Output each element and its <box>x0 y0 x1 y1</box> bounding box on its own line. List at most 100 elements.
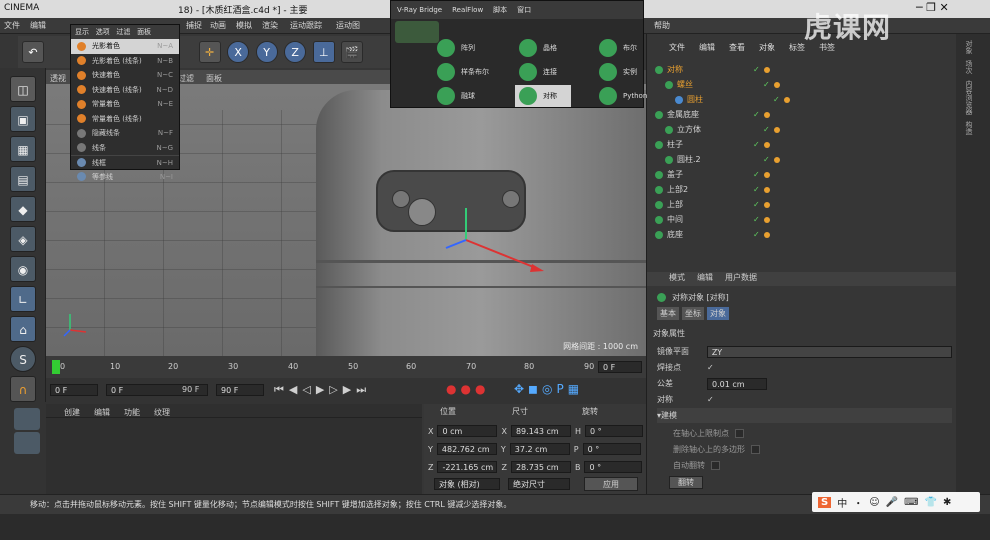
rot-b-field[interactable]: 0 ° <box>584 461 643 473</box>
side-tab-objects[interactable]: 对象 <box>964 40 974 54</box>
object-row[interactable]: 上部 ✓ <box>647 197 957 212</box>
points-mode-icon[interactable]: ◆ <box>10 196 36 222</box>
menu-item-quick[interactable]: 快速着色 N~C <box>71 68 179 83</box>
side-tab-structure[interactable]: 构造 <box>964 121 974 135</box>
menu-item-hidden-line[interactable]: 隐藏线条 N~F <box>71 126 179 141</box>
side-tab-content-browser[interactable]: 内容浏览器 <box>964 80 974 115</box>
tag-icon[interactable] <box>763 141 770 148</box>
menu-tracking[interactable]: 运动跟踪 <box>290 20 322 31</box>
menu-animate[interactable]: 动画 <box>210 20 226 31</box>
end-frame-field[interactable]: 90 F <box>216 384 264 396</box>
attr-tab-coord[interactable]: 坐标 <box>682 307 704 320</box>
menu-help[interactable]: 帮助 <box>654 20 670 31</box>
rot-p-field[interactable]: 0 ° <box>582 443 641 455</box>
world-axis-icon[interactable]: ⊥ <box>312 41 335 63</box>
key-mode-buttons[interactable]: ✥◼◎P▦ <box>514 382 583 396</box>
tag-icon[interactable] <box>763 201 770 208</box>
gen-spline-mask[interactable]: 样条布尔 <box>437 61 489 83</box>
menu-file[interactable]: 文件 <box>4 20 20 31</box>
tolerance-field[interactable]: 0.01 cm <box>707 377 767 390</box>
playhead[interactable] <box>52 360 60 374</box>
visibility-check-icon[interactable]: ✓ <box>763 80 770 89</box>
move-icon[interactable]: ✛ <box>198 41 221 63</box>
tag-icon[interactable] <box>763 171 770 178</box>
gen-connect[interactable]: 连接 <box>519 61 557 83</box>
side-tab-takes[interactable]: 场次 <box>964 60 974 74</box>
menu-render[interactable]: 渲染 <box>262 20 278 31</box>
rot-h-field[interactable]: 0 ° <box>584 425 643 437</box>
attr-modeling-section[interactable]: ▾建模 <box>657 408 952 423</box>
ime-skin-icon[interactable]: 👕 <box>925 497 937 508</box>
viewport-camera-label[interactable]: 透视 <box>50 73 66 84</box>
visibility-check-icon[interactable]: ✓ <box>753 110 760 119</box>
start-frame-field[interactable]: 0 F <box>50 384 98 396</box>
edges-mode-icon[interactable]: ◈ <box>10 226 36 252</box>
visibility-check-icon[interactable]: ✓ <box>763 125 770 134</box>
axis-z-button[interactable]: Z <box>284 41 307 63</box>
display-menu-tab-options[interactable]: 选项 <box>96 28 110 36</box>
menu-item-lines[interactable]: 线条 N~G <box>71 141 179 156</box>
tag-icon[interactable] <box>763 186 770 193</box>
attr-tab-object[interactable]: 对象 <box>707 307 729 320</box>
viewport-filter-tab[interactable]: 过滤 <box>178 73 194 84</box>
tag-icon[interactable] <box>773 81 780 88</box>
auto-flip-checkbox[interactable] <box>711 461 720 470</box>
checker-icon-2[interactable] <box>14 432 40 454</box>
menu-window[interactable]: 窗口 <box>517 5 531 15</box>
am-menu-mode[interactable]: 模式 <box>669 272 685 286</box>
ime-voice-icon[interactable]: 🎤 <box>886 497 898 508</box>
snap-icon[interactable]: S <box>10 346 36 372</box>
om-menu-tags[interactable]: 标签 <box>789 42 805 56</box>
coords-mode-select[interactable]: 对象 (相对) <box>434 478 500 490</box>
texture-mode-icon[interactable]: ▦ <box>10 136 36 162</box>
object-mode-icon[interactable]: ▣ <box>10 106 36 132</box>
ime-punct-icon[interactable]: ・ <box>853 495 863 510</box>
ime-tools-icon[interactable]: ✱ <box>943 497 951 508</box>
model-mode-icon[interactable]: ◫ <box>10 76 36 102</box>
ime-toolbar[interactable]: S 中 ・ ☺ 🎤 ⌨ 👕 ✱ <box>812 492 980 512</box>
attr-tab-basic[interactable]: 基本 <box>657 307 679 320</box>
tag-icon[interactable] <box>773 126 780 133</box>
menu-mograph[interactable]: 运动图 <box>336 20 360 31</box>
menu-realflow[interactable]: RealFlow <box>452 6 483 14</box>
size-z-field[interactable]: 28.735 cm <box>510 461 571 473</box>
axis-y-button[interactable]: Y <box>255 41 278 63</box>
clamp-checkbox[interactable] <box>735 429 744 438</box>
object-row[interactable]: 圆柱.2 ✓ <box>647 152 957 167</box>
menu-snap[interactable]: 捕捉 <box>186 20 202 31</box>
menu-item-quick-lines[interactable]: 快速着色 (线条) N~D <box>71 83 179 98</box>
symmetry-checkbox[interactable]: ✓ <box>707 395 714 404</box>
polygons-mode-icon[interactable]: ◉ <box>10 256 36 282</box>
am-menu-edit[interactable]: 编辑 <box>697 272 713 286</box>
visibility-check-icon[interactable]: ✓ <box>753 65 760 74</box>
record-buttons[interactable]: ●●● <box>446 382 489 396</box>
material-menu-texture[interactable]: 纹理 <box>154 407 170 417</box>
menu-item-isoparms[interactable]: 等参线 N~I <box>71 170 179 185</box>
material-menu-edit[interactable]: 编辑 <box>94 407 110 417</box>
visibility-check-icon[interactable]: ✓ <box>753 200 760 209</box>
menu-vray-bridge[interactable]: V-Ray Bridge <box>397 6 442 14</box>
apply-button[interactable]: 应用 <box>584 477 638 491</box>
tag-icon[interactable] <box>773 156 780 163</box>
om-menu-objects[interactable]: 对象 <box>759 42 775 56</box>
playback-controls[interactable]: ⏮◀◁▶▷▶⏭ <box>274 383 371 397</box>
timeline[interactable]: 0 10 20 30 40 50 60 70 80 90 0 F <box>46 356 646 378</box>
display-menu-tab-panel[interactable]: 面板 <box>137 28 151 36</box>
am-menu-userdata[interactable]: 用户数据 <box>725 272 757 286</box>
visibility-check-icon[interactable]: ✓ <box>773 95 780 104</box>
visibility-check-icon[interactable]: ✓ <box>753 140 760 149</box>
gen-array[interactable]: 阵列 <box>437 37 475 59</box>
workplane-icon[interactable]: ▤ <box>10 166 36 192</box>
object-row[interactable]: 立方体 ✓ <box>647 122 957 137</box>
tag-icon[interactable] <box>783 96 790 103</box>
delete-poly-checkbox[interactable] <box>751 445 760 454</box>
om-menu-file[interactable]: 文件 <box>669 42 685 56</box>
gen-instance[interactable]: 实例 <box>599 61 637 83</box>
object-row[interactable]: 金属底座 ✓ <box>647 107 957 122</box>
display-menu-tab-filter[interactable]: 过滤 <box>116 28 130 36</box>
gen-python[interactable]: Python <box>599 85 647 107</box>
move-gizmo[interactable] <box>426 200 566 290</box>
object-row[interactable]: 中间 ✓ <box>647 212 957 227</box>
material-menu-create[interactable]: 创建 <box>64 407 80 417</box>
object-row[interactable]: 盖子 ✓ <box>647 167 957 182</box>
